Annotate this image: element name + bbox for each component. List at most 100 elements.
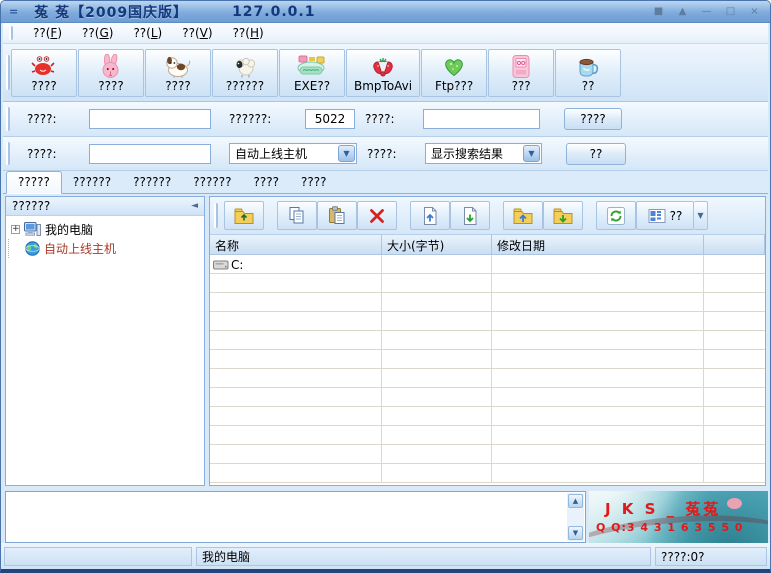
up-folder-button[interactable]: [224, 201, 264, 230]
close-button[interactable]: ×: [747, 5, 762, 19]
expand-icon[interactable]: +: [11, 225, 20, 234]
status-online-count: ????:0?: [655, 547, 767, 566]
menu-item-f[interactable]: ??(F): [33, 26, 62, 40]
menu-item-g[interactable]: ??(G): [82, 26, 113, 40]
file-upload-icon: [420, 206, 440, 226]
toolbar-button-label: ????: [165, 80, 190, 93]
column-header-date[interactable]: 修改日期: [492, 235, 704, 255]
field-label: ????:: [27, 112, 89, 126]
file-toolbar-grip[interactable]: [214, 203, 218, 229]
chevron-down-icon[interactable]: ▼: [523, 145, 540, 162]
scroll-up-icon[interactable]: ▲: [568, 494, 583, 508]
file-row-c-drive[interactable]: C:: [210, 255, 765, 274]
download-folder-button[interactable]: [543, 201, 583, 230]
column-header-name[interactable]: 名称: [210, 235, 382, 255]
row1-input-3[interactable]: [423, 109, 540, 129]
toolbar-button-ftp[interactable]: Ftp???: [421, 49, 487, 97]
refresh-icon: [606, 206, 626, 226]
rollup-button[interactable]: ▲: [675, 5, 690, 19]
tree-item-label: 自动上线主机: [44, 240, 116, 257]
copy-button[interactable]: [277, 201, 317, 230]
window-menu-icon[interactable]: =: [9, 5, 18, 18]
toolbar-button-sheep[interactable]: ??????: [212, 49, 278, 97]
promo-qq-number: Q Q:3 4 3 1 6 3 5 5 0: [596, 521, 743, 534]
port-input[interactable]: [305, 109, 355, 129]
minimize-button[interactable]: —: [699, 5, 714, 19]
toolbar-button-exe[interactable]: EXE??: [279, 49, 345, 97]
delete-button[interactable]: [357, 201, 397, 230]
title-address: 127.0.0.1: [232, 4, 315, 20]
file-table-header: 名称 大小(字节) 修改日期: [210, 235, 765, 255]
rabbit-icon: [98, 52, 124, 80]
toolbar-button-bmptoavi[interactable]: BmpToAvi: [346, 49, 420, 97]
row2-input-1[interactable]: [89, 144, 211, 164]
tab-1[interactable]: ?????: [6, 171, 62, 194]
main-toolbar: ???? ???? ???? ?????? EXE??: [3, 44, 768, 102]
file-download-icon: [460, 206, 480, 226]
file-date: [492, 255, 704, 274]
toolbar-button-crab[interactable]: ????: [11, 49, 77, 97]
upload-folder-button[interactable]: [503, 201, 543, 230]
download-file-button[interactable]: [450, 201, 490, 230]
app-window: = 菟 菟【2009国庆版】 127.0.0.1 ■ ▲ — □ × ??(F)…: [0, 0, 771, 573]
refresh-button[interactable]: [596, 201, 636, 230]
computer-icon: [24, 222, 41, 237]
menubar-grip[interactable]: [9, 26, 13, 40]
toolbar-button-mug[interactable]: ??: [555, 49, 621, 97]
status-current-path: 我的电脑: [196, 547, 651, 566]
promo-signature: J K S _ 菟菟: [605, 498, 721, 519]
tree-item-my-computer[interactable]: + 我的电脑: [8, 220, 202, 239]
status-bar: 我的电脑 ????:0?: [1, 543, 770, 569]
menu-item-v[interactable]: ??(V): [182, 26, 212, 40]
view-mode-button[interactable]: ??: [636, 201, 694, 230]
tab-5[interactable]: ????: [243, 172, 290, 193]
view-mode-dropdown-button[interactable]: ▼: [694, 201, 708, 230]
collapse-panel-icon[interactable]: ◄: [191, 201, 198, 211]
tree-body: + 我的电脑 自动上线主机: [6, 216, 204, 485]
search-result-select-value: 显示搜索结果: [431, 145, 523, 162]
table-row: [210, 407, 765, 426]
scroll-down-icon[interactable]: ▼: [568, 526, 583, 540]
tab-2[interactable]: ??????: [62, 172, 122, 193]
file-toolbar: ?? ▼: [210, 197, 765, 235]
promo-image: J K S _ 菟菟 Q Q:3 4 3 1 6 3 5 5 0: [589, 491, 768, 543]
tree-item-online-hosts[interactable]: 自动上线主机: [8, 239, 202, 258]
band2-grip[interactable]: [6, 142, 10, 165]
shade-button[interactable]: ■: [651, 5, 666, 19]
search-result-select[interactable]: 显示搜索结果 ▼: [425, 143, 542, 164]
column-header-size[interactable]: 大小(字节): [382, 235, 492, 255]
upload-file-button[interactable]: [410, 201, 450, 230]
menu-item-h[interactable]: ??(H): [233, 26, 264, 40]
toolbar-button-label: ??: [582, 80, 595, 93]
table-row: [210, 426, 765, 445]
toolbar-button-rabbit[interactable]: ????: [78, 49, 144, 97]
tree-item-label: 我的电脑: [45, 221, 93, 238]
toolbar-button-label: BmpToAvi: [354, 80, 412, 93]
copy-icon: [287, 206, 307, 225]
column-header-extra[interactable]: [704, 235, 765, 255]
maximize-button[interactable]: □: [723, 5, 738, 19]
window-controls: ■ ▲ — □ ×: [651, 5, 762, 19]
tab-6[interactable]: ????: [290, 172, 337, 193]
online-host-select[interactable]: 自动上线主机 ▼: [229, 143, 357, 164]
heart-icon: [441, 52, 467, 80]
field-label: ????:: [367, 147, 415, 161]
row2-action-button[interactable]: ??: [566, 143, 626, 165]
paste-button[interactable]: [317, 201, 357, 230]
band1-grip[interactable]: [6, 107, 10, 131]
toolbar-button-download[interactable]: ???: [488, 49, 554, 97]
toolbar-grip[interactable]: [6, 55, 10, 91]
pager-icon: [509, 52, 533, 80]
tab-3[interactable]: ??????: [122, 172, 182, 193]
toolbar-button-dog[interactable]: ????: [145, 49, 211, 97]
row1-action-button[interactable]: ????: [564, 108, 622, 130]
bottom-band: ▲ ▼ J K S _ 菟菟 Q Q:3 4 3 1 6 3 5 5 0: [1, 488, 770, 543]
bathtub-icon: [296, 52, 328, 80]
menu-item-l[interactable]: ??(L): [133, 26, 162, 40]
mug-icon: [574, 52, 602, 80]
online-host-select-value: 自动上线主机: [235, 145, 338, 162]
sheep-icon: [232, 52, 258, 80]
chevron-down-icon[interactable]: ▼: [338, 145, 355, 162]
tab-4[interactable]: ??????: [182, 172, 242, 193]
row1-input-1[interactable]: [89, 109, 211, 129]
